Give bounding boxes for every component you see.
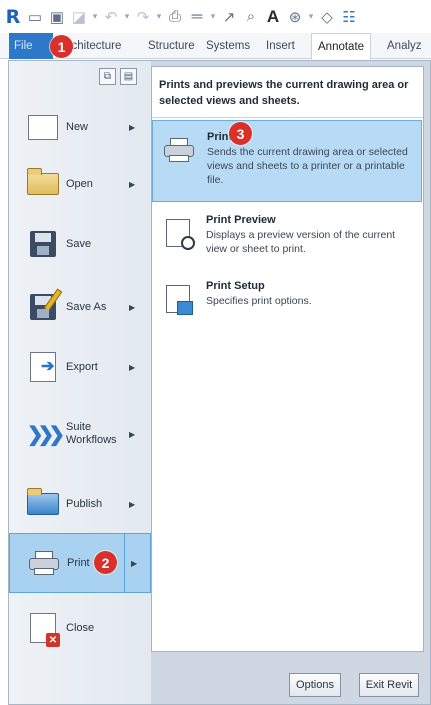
split-divider	[124, 534, 125, 592]
menu-item-label: Suite Workflows	[66, 421, 117, 447]
print-preview-icon	[163, 218, 195, 250]
menu-item-label-line2: Workflows	[66, 434, 117, 446]
step-badge-1: 1	[50, 35, 73, 58]
sync-icon[interactable]: ◪	[69, 6, 89, 28]
menu-item-export[interactable]: ➔ Export ▶	[9, 336, 151, 398]
submenu-item-title: Print Preview	[206, 214, 276, 226]
submenu-item-print-preview[interactable]: Print Preview Displays a preview version…	[152, 204, 422, 268]
options-button[interactable]: Options	[289, 673, 341, 697]
submenu-item-print-setup[interactable]: Print Setup Specifies print options.	[152, 270, 422, 320]
tab-structure[interactable]: Structure	[148, 33, 195, 59]
dropdown-icon[interactable]: ▾	[307, 11, 315, 22]
export-icon: ➔	[25, 350, 61, 384]
redo-icon[interactable]: ↷	[133, 6, 153, 28]
section-icon[interactable]: ◇	[317, 6, 337, 28]
tab-annotate[interactable]: Annotate	[311, 33, 372, 60]
dropdown-icon[interactable]: ▾	[209, 11, 217, 22]
menu-item-label-line1: Suite	[66, 421, 92, 433]
submenu-arrow-icon: ▶	[129, 362, 136, 372]
menu-item-label: Publish	[66, 497, 103, 510]
suite-workflows-icon: ❯❯❯	[26, 423, 65, 446]
save-icon	[25, 227, 61, 261]
dropdown-icon[interactable]: ▾	[91, 11, 99, 22]
dropdown-icon[interactable]: ▾	[155, 11, 163, 22]
measure-icon[interactable]: ═	[187, 6, 207, 28]
menu-item-new[interactable]: New ▶	[9, 96, 151, 158]
submenu-arrow-icon: ▶	[129, 302, 136, 312]
tab-systems[interactable]: Systems	[206, 33, 250, 59]
undo-icon[interactable]: ↶	[101, 6, 121, 28]
panel-header: Prints and previews the current drawing …	[159, 79, 409, 107]
divider	[152, 117, 423, 118]
open-documents-icon[interactable]: ▤	[120, 68, 137, 85]
dimension-icon[interactable]: ↗	[219, 6, 239, 28]
menu-item-print[interactable]: Print ▶	[9, 533, 151, 593]
print-icon[interactable]: ⎙	[165, 6, 185, 28]
menu-item-label: Print	[67, 556, 90, 569]
menu-item-save-as[interactable]: Save As ▶	[9, 276, 151, 338]
submenu-arrow-icon[interactable]: ▶	[131, 559, 137, 568]
submenu-arrow-icon: ▶	[129, 122, 136, 132]
save-as-icon	[25, 288, 63, 324]
quick-access-toolbar: R ▭ ▣ ◪ ▾ ↶ ▾ ↷ ▾ ⎙ ═ ▾ ↗ ⌕ A ⊛ ▾ ◇ ☷	[0, 0, 431, 33]
thin-lines-icon[interactable]: ☷	[339, 6, 359, 28]
dropdown-icon[interactable]: ▾	[123, 11, 131, 22]
open-icon[interactable]: ▭	[25, 6, 45, 28]
open-folder-icon	[25, 167, 61, 201]
menu-item-label: Close	[66, 621, 95, 634]
3d-view-icon[interactable]: ⊛	[285, 6, 305, 28]
submenu-item-description: Displays a preview version of the curren…	[206, 229, 396, 255]
menu-item-publish[interactable]: Publish ▶	[9, 473, 151, 535]
tag-icon[interactable]: ⌕	[241, 6, 261, 28]
text-icon[interactable]: A	[263, 6, 283, 28]
submenu-arrow-icon: ▶	[129, 429, 136, 439]
new-document-icon	[25, 110, 61, 144]
tab-analyze[interactable]: Analyz	[387, 33, 422, 59]
printer-icon	[164, 135, 194, 165]
menu-item-label: Open	[66, 177, 93, 190]
submenu-item-description: Specifies print options.	[206, 295, 312, 307]
exit-revit-button[interactable]: Exit Revit	[359, 673, 419, 697]
menu-item-label: Save As	[66, 300, 107, 313]
menu-item-close[interactable]: ✕ Close	[9, 597, 151, 659]
step-badge-2: 2	[94, 551, 117, 574]
submenu-item-description: Sends the current drawing area or select…	[207, 146, 408, 186]
menu-item-label: Save	[66, 237, 92, 250]
recent-documents-icon[interactable]: ⧉	[99, 68, 116, 85]
menu-item-suite-workflows[interactable]: ❯❯❯ Suite Workflows ▶	[9, 403, 151, 465]
publish-icon	[25, 487, 61, 521]
menu-item-label: Export	[66, 360, 98, 373]
tab-insert[interactable]: Insert	[266, 33, 295, 59]
submenu-arrow-icon: ▶	[129, 499, 136, 509]
submenu-item-print[interactable]: Print Sends the current drawing area or …	[152, 120, 422, 202]
submenu-arrow-icon: ▶	[129, 179, 136, 189]
menu-item-label: New	[66, 120, 89, 133]
revit-logo-icon[interactable]: R	[3, 6, 23, 28]
step-badge-3: 3	[229, 122, 252, 145]
print-setup-icon	[163, 284, 193, 315]
menu-item-open[interactable]: Open ▶	[9, 153, 151, 215]
tab-file[interactable]: File	[9, 33, 53, 59]
save-icon[interactable]: ▣	[47, 6, 67, 28]
menu-view-toggles: ⧉ ▤	[99, 68, 137, 85]
submenu-item-title: Print Setup	[206, 280, 265, 292]
menu-item-save[interactable]: Save	[9, 213, 151, 275]
close-document-icon: ✕	[25, 611, 61, 647]
printer-icon	[26, 546, 62, 580]
